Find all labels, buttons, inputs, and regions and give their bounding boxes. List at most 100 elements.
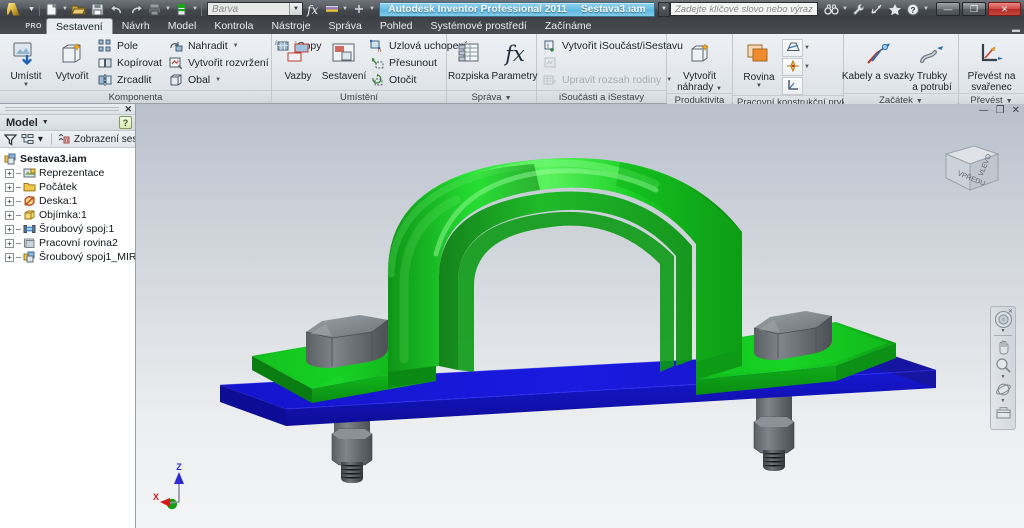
application-menu-button[interactable]: [0, 0, 26, 18]
cable-harness-button[interactable]: Kabely a svazky: [842, 36, 914, 82]
view-cube[interactable]: VPŘEDU VLEVO: [936, 136, 1008, 202]
tree-item-reprezentace[interactable]: + Reprezentace: [5, 166, 135, 180]
work-point-caret[interactable]: ▼: [803, 64, 811, 70]
expand-toggle[interactable]: +: [5, 238, 14, 248]
shrinkwrap-caret[interactable]: ▼: [215, 77, 221, 83]
tab-kontrola[interactable]: Kontrola: [205, 18, 262, 34]
quick-access-dropdown[interactable]: ▼: [26, 0, 37, 18]
new-file-button[interactable]: [42, 1, 61, 18]
create-component-button[interactable]: Vytvořit: [49, 36, 95, 82]
appearance-color-combo[interactable]: Barva ▼: [207, 2, 303, 16]
browser-drag-grip[interactable]: ✕: [0, 104, 135, 115]
tree-item-sroubovy-spoj-mir[interactable]: + Šroubový spoj1_MIR:1: [5, 250, 135, 264]
constraint-button[interactable]: Vazby: [275, 36, 321, 82]
convert-weldment-button[interactable]: Převést na svařenec: [964, 36, 1020, 93]
place-ipart-button[interactable]: [540, 54, 666, 71]
tree-item-pocatek[interactable]: + Počátek: [5, 180, 135, 194]
add-to-quick-access-button[interactable]: [349, 1, 368, 18]
filter-funnel-icon[interactable]: [3, 132, 17, 147]
tab-pohled[interactable]: Pohled: [371, 18, 422, 34]
maximize-button[interactable]: ❐: [962, 2, 986, 16]
favorites-star-icon[interactable]: [886, 1, 903, 17]
undo-button[interactable]: [107, 1, 126, 18]
steering-wheel-caret[interactable]: ▼: [1001, 329, 1006, 334]
ribbon-overflow-button[interactable]: ▬: [1012, 25, 1020, 34]
orbit-icon[interactable]: [992, 380, 1014, 399]
create-layout-button[interactable]: Vytvořit rozvržení: [166, 54, 273, 71]
material-dropdown[interactable]: ▼: [341, 1, 349, 18]
move-button[interactable]: Přesunout: [367, 54, 455, 71]
material-swatch-button[interactable]: [322, 1, 341, 18]
assembly-views-icon[interactable]: n: [57, 132, 71, 147]
pipe-clamp-assembly[interactable]: [136, 104, 1024, 528]
work-point-button[interactable]: [782, 58, 803, 76]
tab-zaciname[interactable]: Začínáme: [536, 18, 601, 34]
pattern-button[interactable]: Pole: [95, 37, 166, 54]
chevron-down-icon[interactable]: ▼: [42, 119, 49, 126]
parameters-button[interactable]: fx Parametry: [491, 36, 537, 82]
minimize-button[interactable]: —: [936, 2, 960, 16]
redo-button[interactable]: [126, 1, 145, 18]
print-dropdown[interactable]: ▼: [164, 1, 172, 18]
document-close-button[interactable]: ✕: [1012, 106, 1020, 116]
browser-views-icon[interactable]: [20, 132, 34, 147]
steering-wheel-icon[interactable]: [992, 310, 1014, 329]
create-substitute-button[interactable]: Vytvořit náhrady ▼: [673, 36, 726, 93]
tree-item-sroubovy-spoj[interactable]: + Šroubový spoj:1: [5, 222, 135, 236]
tab-sprava[interactable]: Správa: [320, 18, 371, 34]
open-file-button[interactable]: [69, 1, 88, 18]
work-axis-caret[interactable]: ▼: [803, 45, 811, 51]
help-question-icon[interactable]: ?: [119, 116, 132, 129]
tree-item-pracovni-rovina2[interactable]: + Pracovní rovina2: [5, 236, 135, 250]
copy-button[interactable]: Kopírovat: [95, 54, 166, 71]
expand-toggle[interactable]: +: [5, 224, 14, 234]
replace-caret[interactable]: ▼: [233, 43, 239, 49]
create-substitute-caret[interactable]: ▼: [716, 86, 722, 92]
pan-hand-icon[interactable]: [992, 337, 1014, 356]
work-ucs-button[interactable]: [782, 77, 803, 95]
grips-button[interactable]: n Uzlová uchopení: [367, 37, 467, 54]
replace-button[interactable]: Nahradit ▼: [166, 37, 273, 54]
close-button[interactable]: ✕: [988, 2, 1021, 16]
expand-toggle[interactable]: +: [5, 196, 14, 206]
rotate-button[interactable]: Otočit: [367, 71, 455, 88]
expand-toggle[interactable]: +: [5, 252, 14, 262]
new-file-dropdown[interactable]: ▼: [61, 1, 69, 18]
title-dropdown[interactable]: ▼: [658, 1, 670, 17]
search-input[interactable]: Zadejte klíčové slovo nebo výraz: [670, 2, 818, 16]
help-question-icon[interactable]: ?: [904, 1, 921, 17]
search-dropdown[interactable]: ▼: [841, 1, 849, 18]
look-at-icon[interactable]: [992, 404, 1014, 423]
expand-toggle[interactable]: +: [5, 182, 14, 192]
create-ipart-button[interactable]: i Vytvořit iSoučást/iSestavu: [540, 37, 683, 54]
browser-views-caret[interactable]: ▾: [38, 134, 46, 145]
tree-item-objimka[interactable]: + Objímka:1: [5, 208, 135, 222]
tab-model[interactable]: Model: [159, 18, 206, 34]
parameters-fx-button[interactable]: fx: [303, 1, 322, 18]
work-axis-button[interactable]: [782, 39, 803, 57]
quick-access-more[interactable]: ▼: [368, 1, 376, 18]
panel-dropdown-sprava[interactable]: ▼: [505, 95, 512, 102]
tab-nastroje[interactable]: Nástroje: [262, 18, 319, 34]
edit-family-button[interactable]: Upravit rozsah rodiny ▼: [540, 71, 672, 88]
wrench-icon[interactable]: [850, 1, 867, 17]
mirror-button[interactable]: Zrcadlit: [95, 71, 166, 88]
search-binoculars-icon[interactable]: [823, 1, 840, 17]
save-button[interactable]: [88, 1, 107, 18]
tab-navrh[interactable]: Návrh: [113, 18, 159, 34]
tab-sestaveni[interactable]: Sestavení: [46, 18, 113, 34]
assemble-button[interactable]: Sestavení: [321, 36, 367, 82]
place-component-caret[interactable]: ▼: [23, 82, 29, 88]
work-plane-caret[interactable]: ▼: [756, 83, 762, 89]
browser-close-icon[interactable]: ✕: [124, 104, 132, 115]
graphics-viewport[interactable]: — ❐ ✕ VPŘEDU VLEVO ✕ ▼ ▼ ▼ Z X: [136, 104, 1024, 528]
place-component-button[interactable]: Umístit ▼: [3, 36, 49, 88]
bom-button[interactable]: Rozpiska: [446, 36, 492, 82]
tree-item-deska[interactable]: + Deska:1: [5, 194, 135, 208]
subscription-icon[interactable]: [868, 1, 885, 17]
shrinkwrap-button[interactable]: Obal ▼: [166, 71, 273, 88]
tree-item-assembly-root[interactable]: Sestava3.iam: [3, 152, 135, 166]
zoom-magnifier-icon[interactable]: [992, 356, 1014, 375]
document-restore-button[interactable]: ❐: [996, 106, 1005, 116]
expand-toggle[interactable]: +: [5, 168, 14, 178]
